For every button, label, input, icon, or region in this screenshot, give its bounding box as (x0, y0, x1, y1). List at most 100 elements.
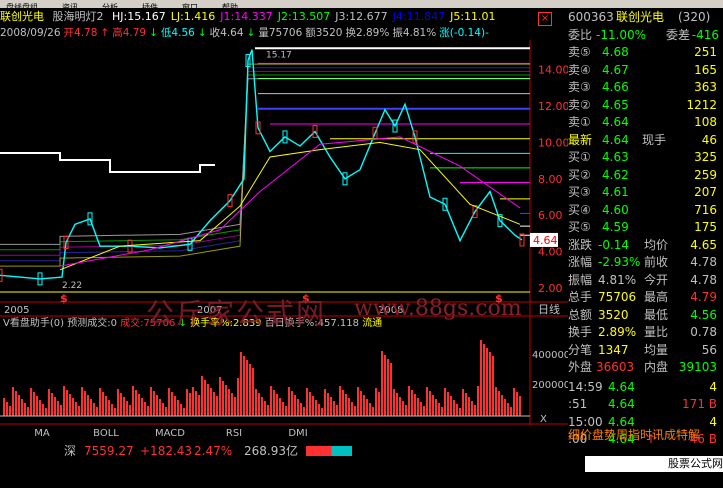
quote-field-3: 高4.79 (112, 27, 147, 39)
stat-value: 2.89% (598, 325, 637, 339)
stat-label: 涨跌 (568, 237, 593, 252)
tick-price: 4.64 (608, 379, 635, 394)
sell-row-2: 卖② 4.65 1212 (568, 97, 721, 114)
stat-value: 75706 (598, 290, 637, 304)
stat-label-2: 量比 (644, 325, 669, 339)
stat-value-2: 4.79 (690, 290, 717, 304)
chart-background (0, 40, 568, 425)
tick-volume: 171 B (682, 397, 717, 411)
current-price-text: 4.64 (533, 234, 558, 247)
buy-row-1: 买① 4.63 325 (568, 149, 721, 166)
sell-label: 卖③ (568, 80, 591, 94)
indicator-param-2: J1:14.337 (220, 10, 273, 23)
index-amount: 268.93亿 (244, 444, 298, 458)
menu-item-0[interactable]: 盘线盘组 (6, 4, 38, 9)
hand-value: 46 (701, 132, 717, 147)
stock-name: 联创光电 (0, 10, 44, 23)
menu-item-4[interactable]: 窗口 (182, 4, 198, 9)
buy-price: 4.63 (602, 150, 629, 164)
stat-value-2: 4.78 (690, 255, 717, 269)
buy-volume: 325 (694, 150, 717, 164)
sell-price: 4.65 (602, 97, 629, 112)
stat-label: 分笔 (568, 342, 593, 357)
period-label[interactable]: 日线 (538, 302, 560, 316)
indicator-name[interactable]: 股海明灯2 (53, 10, 104, 23)
stat-label-2: 最低 (644, 307, 669, 322)
stat-row-5: 换手 2.89% 量比 0.78 (568, 324, 721, 341)
stat-row-2: 振幅 4.81% 今开 4.78 (568, 272, 721, 289)
high-label: 15.17 (266, 50, 292, 60)
sell-price: 4.66 (602, 80, 629, 94)
indicator-param-6: J5:11.01 (450, 10, 496, 23)
menu-item-3[interactable]: 插件 (142, 4, 158, 9)
menu-item-2[interactable]: 分析 (102, 4, 118, 9)
kline-chart[interactable]: 14.00 12.00 10.00 8.00 6.00 4.00 2.00 4.64 15.17… (0, 40, 568, 425)
price-tick-2: 10.00 (538, 136, 568, 149)
tick-row-1: :51 4.64 171 B (568, 396, 721, 413)
stat-label: 涨幅 (568, 255, 593, 269)
tab-dmi[interactable]: DMI (274, 427, 322, 441)
stat-label: 振幅 (568, 272, 593, 287)
tab-macd[interactable]: MACD (146, 427, 194, 441)
menu-item-1[interactable]: 资讯 (62, 4, 78, 9)
buy-row-2: 买② 4.62 259 (568, 167, 721, 184)
inner-label: 内盘 (644, 360, 669, 374)
sell-volume: 1212 (686, 97, 717, 112)
tab-rsi[interactable]: RSI (210, 427, 258, 441)
buy-row-4: 买④ 4.60 716 (568, 202, 721, 219)
volume-unit-label: X (540, 414, 547, 425)
buy-price: 4.59 (602, 220, 629, 234)
predicted-volume: 预测成交:0 (67, 318, 117, 329)
sell-price: 4.64 (602, 115, 629, 129)
weibi-row: 委比 -11.00% 委差 -416 (568, 27, 721, 44)
buy-row-3: 买③ 4.61 207 (568, 184, 721, 201)
stat-value-2: 4.78 (690, 272, 717, 287)
sell-volume: 165 (694, 62, 717, 77)
weicha-label: 委差 (666, 27, 691, 42)
sell-volume: 363 (694, 80, 717, 94)
buy-volume: 207 (694, 185, 717, 199)
sell-label: 卖② (568, 97, 591, 112)
quote-field-11: 换2.89% (345, 27, 390, 39)
hand-label: 现手 (642, 132, 667, 147)
sell-price: 4.67 (602, 62, 629, 77)
sell-row-4: 卖④ 4.67 165 (568, 62, 721, 79)
tick-time: 14:59 (568, 379, 603, 394)
watermark-url: www.88gs.com (354, 296, 522, 321)
market-strength-bar (306, 446, 352, 456)
sell-label: 卖④ (568, 62, 591, 77)
quote-field-5: 低4.56 (160, 27, 195, 39)
index-pct: 2.47% (194, 444, 233, 458)
close-icon[interactable]: × (538, 12, 552, 26)
index-name[interactable]: 深 (64, 443, 76, 459)
tab-boll[interactable]: BOLL (82, 427, 130, 441)
latest-price: 4.64 (602, 132, 629, 147)
stock-code: 600363 (568, 10, 614, 24)
sell-volume: 251 (694, 45, 717, 59)
menu-item-5[interactable]: 帮助 (222, 4, 238, 9)
stock-title-row: 600363 联创光电 (320) (568, 9, 721, 26)
stat-row-0: 涨跌 -0.14 均价 4.65 (568, 237, 721, 254)
latest-row: 最新 4.64 现手 46 (568, 132, 721, 149)
site-footer: 股票公式网 www.88gs.com (585, 456, 723, 486)
stat-value: 1347 (598, 342, 629, 357)
weicha-value: -416 (691, 27, 719, 42)
quote-field-9: 量75706 (258, 27, 303, 39)
weibi-label: 委比 (568, 27, 593, 42)
stat-row-6: 分笔 1347 均量 56 (568, 342, 721, 359)
tab-ma[interactable]: MA (18, 427, 66, 441)
indicator-param-4: J3:12.677 (335, 10, 388, 23)
price-tick-3: 8.00 (538, 173, 563, 186)
stat-label: 换手 (568, 325, 593, 339)
volume-tick-0: 400000 (532, 350, 568, 361)
quote-line: 2008/09/26 开4.78 ↑ 高4.79 ↓ 低4.56 ↓ 收4.64 ↓ 量75706… (0, 26, 560, 40)
indicator-param-5: J4:11.847 (392, 10, 446, 23)
outer-label: 外盘 (568, 360, 593, 374)
tick-price: 4.64 (608, 397, 635, 411)
stat-label-2: 今开 (644, 272, 669, 287)
quote-field-4: ↓ (149, 27, 158, 39)
tick-time: :51 (568, 397, 588, 411)
quote-field-12: 振4.81% (392, 27, 437, 39)
stat-value: -2.93% (598, 255, 641, 269)
volume-indicator-title[interactable]: V看盘助手(0) (3, 318, 64, 329)
